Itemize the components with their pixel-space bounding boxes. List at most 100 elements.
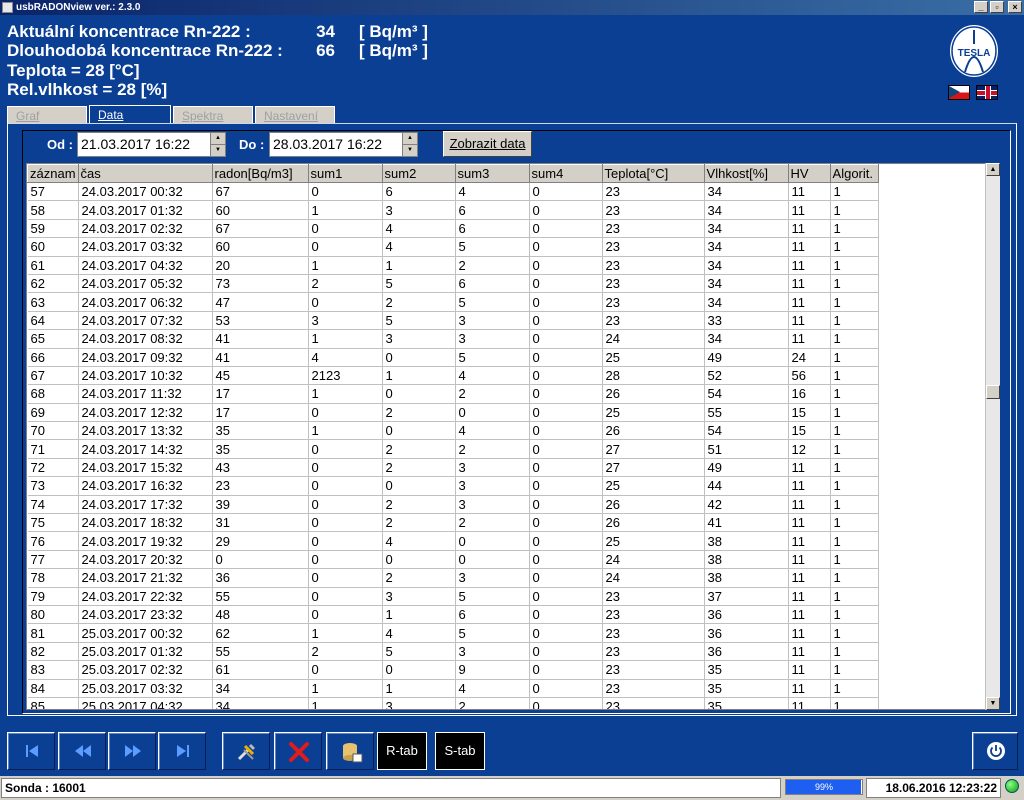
tab-data[interactable]: Data bbox=[89, 105, 171, 123]
table-cell: 23 bbox=[602, 219, 705, 239]
table-cell: 1 bbox=[308, 329, 383, 349]
table-row[interactable]: 67 24.03.2017 10:32 45 2123 1 4 0 28 52 56 1 bbox=[27, 366, 879, 386]
table-row[interactable]: 75 24.03.2017 18:32 31 0 2 2 0 26 41 11 1 bbox=[27, 513, 879, 533]
first-record-button[interactable] bbox=[7, 732, 55, 770]
column-header[interactable]: sum1 bbox=[307, 164, 383, 183]
table-cell: 2 bbox=[382, 495, 456, 515]
table-row[interactable]: 69 24.03.2017 12:32 17 0 2 0 0 25 55 15 1 bbox=[27, 403, 879, 423]
grid-vertical-scrollbar[interactable]: ▲ ▼ bbox=[985, 163, 1000, 710]
close-button[interactable]: × bbox=[1008, 1, 1022, 13]
minimize-button[interactable]: _ bbox=[974, 1, 988, 13]
from-datetime-spinner[interactable]: ▲ ▼ bbox=[210, 132, 226, 157]
table-row[interactable]: 79 24.03.2017 22:32 55 0 3 5 0 23 37 11 1 bbox=[27, 587, 879, 606]
column-header[interactable]: Algorit. bbox=[829, 164, 879, 183]
tab-graf[interactable]: Graf bbox=[7, 106, 87, 123]
table-row[interactable]: 58 24.03.2017 01:32 60 1 3 6 0 23 34 11 1 bbox=[27, 200, 879, 220]
table-cell: 2 bbox=[382, 568, 456, 588]
table-row[interactable]: 80 24.03.2017 23:32 48 0 1 6 0 23 36 11 1 bbox=[27, 605, 879, 625]
next-record-button[interactable] bbox=[108, 732, 156, 770]
uk-flag-icon[interactable] bbox=[976, 85, 998, 100]
from-datetime-input[interactable]: 21.03.2017 16:22 bbox=[77, 132, 211, 157]
column-header[interactable]: Teplota[°C] bbox=[601, 164, 705, 183]
table-cell: 11 bbox=[788, 200, 831, 220]
table-cell: 49 bbox=[704, 458, 789, 478]
previous-record-button[interactable] bbox=[58, 732, 106, 770]
table-cell: 0 bbox=[529, 458, 603, 478]
table-row[interactable]: 70 24.03.2017 13:32 35 1 0 4 0 26 54 15 1 bbox=[27, 421, 879, 441]
table-cell: 36 bbox=[704, 605, 789, 625]
table-row[interactable]: 68 24.03.2017 11:32 17 1 0 2 0 26 54 16 1 bbox=[27, 384, 879, 404]
table-cell: 1 bbox=[830, 348, 879, 367]
table-row[interactable]: 85 25.03.2017 04:32 34 1 3 2 0 23 35 11 1 bbox=[27, 697, 879, 709]
column-header[interactable]: HV bbox=[787, 164, 831, 183]
column-header[interactable]: záznam bbox=[27, 164, 79, 183]
table-row[interactable]: 57 24.03.2017 00:32 67 0 6 4 0 23 34 11 1 bbox=[27, 182, 879, 202]
column-header[interactable]: sum3 bbox=[454, 164, 530, 183]
table-cell: 2 bbox=[308, 642, 383, 662]
table-cell: 0 bbox=[308, 439, 383, 459]
table-row[interactable]: 84 25.03.2017 03:32 34 1 1 4 0 23 35 11 1 bbox=[27, 679, 879, 698]
table-cell: 24.03.2017 16:32 bbox=[78, 476, 213, 496]
table-cell: 55 bbox=[212, 642, 309, 662]
table-cell: 34 bbox=[704, 292, 789, 312]
table-row[interactable]: 59 24.03.2017 02:32 67 0 4 6 0 23 34 11 1 bbox=[27, 219, 879, 239]
show-data-button[interactable]: Zobrazit data bbox=[443, 131, 532, 157]
table-cell: 0 bbox=[308, 476, 383, 496]
to-datetime-spinner[interactable]: ▲ ▼ bbox=[402, 132, 418, 157]
delete-icon bbox=[289, 742, 309, 762]
tab-spektra[interactable]: Spektra bbox=[173, 106, 253, 123]
scroll-up-icon[interactable]: ▲ bbox=[986, 163, 1000, 176]
table-row[interactable]: 74 24.03.2017 17:32 39 0 2 3 0 26 42 11 1 bbox=[27, 495, 879, 515]
table-row[interactable]: 61 24.03.2017 04:32 20 1 1 2 0 23 34 11 1 bbox=[27, 256, 879, 275]
table-row[interactable]: 81 25.03.2017 00:32 62 1 4 5 0 23 36 11 1 bbox=[27, 623, 879, 643]
table-cell: 11 bbox=[788, 311, 831, 331]
s-tab-button[interactable]: S-tab bbox=[435, 732, 485, 770]
column-header[interactable]: radon[Bq/m3] bbox=[211, 164, 309, 183]
tools-button[interactable] bbox=[222, 732, 270, 770]
from-label: Od : bbox=[47, 137, 73, 152]
column-header[interactable]: sum4 bbox=[528, 164, 603, 183]
delete-button[interactable] bbox=[274, 732, 322, 770]
to-datetime-input[interactable]: 28.03.2017 16:22 bbox=[269, 132, 403, 157]
table-cell: 1 bbox=[830, 697, 879, 709]
last-record-button[interactable] bbox=[158, 732, 206, 770]
table-row[interactable]: 60 24.03.2017 03:32 60 0 4 5 0 23 34 11 1 bbox=[27, 237, 879, 257]
column-header[interactable]: čas bbox=[77, 164, 213, 183]
table-row[interactable]: 83 25.03.2017 02:32 61 0 0 9 0 23 35 11 1 bbox=[27, 660, 879, 680]
table-row[interactable]: 65 24.03.2017 08:32 41 1 3 3 0 24 34 11 1 bbox=[27, 329, 879, 349]
table-row[interactable]: 73 24.03.2017 16:32 23 0 0 3 0 25 44 11 1 bbox=[27, 476, 879, 496]
window-title: usbRADONview ver.: 2.3.0 bbox=[16, 2, 141, 13]
table-cell: 29 bbox=[212, 531, 309, 551]
scroll-thumb[interactable] bbox=[986, 385, 1000, 399]
table-cell: 11 bbox=[788, 550, 831, 570]
table-row[interactable]: 78 24.03.2017 21:32 36 0 2 3 0 24 38 11 1 bbox=[27, 568, 879, 588]
table-row[interactable]: 76 24.03.2017 19:32 29 0 4 0 0 25 38 11 1 bbox=[27, 531, 879, 551]
table-row[interactable]: 63 24.03.2017 06:32 47 0 2 5 0 23 34 11 1 bbox=[27, 292, 879, 312]
r-tab-button[interactable]: R-tab bbox=[377, 732, 427, 770]
table-cell: 4 bbox=[382, 623, 456, 643]
tab-nastaveni[interactable]: Nastavení bbox=[255, 106, 335, 123]
data-grid[interactable]: záznam čas radon[Bq/m3] sum1 sum2 sum3 sum4 Tep… bbox=[26, 163, 1000, 710]
table-cell: 27 bbox=[602, 458, 705, 478]
table-cell: 24.03.2017 05:32 bbox=[78, 274, 213, 294]
table-cell: 26 bbox=[602, 421, 705, 441]
power-button[interactable] bbox=[972, 732, 1018, 770]
table-cell: 0 bbox=[529, 679, 603, 698]
table-row[interactable]: 77 24.03.2017 20:32 0 0 0 0 0 24 38 11 1 bbox=[27, 550, 879, 570]
table-row[interactable]: 71 24.03.2017 14:32 35 0 2 2 0 27 51 12 1 bbox=[27, 439, 879, 459]
table-cell: 65 bbox=[27, 329, 79, 349]
czech-flag-icon[interactable] bbox=[948, 85, 970, 100]
table-row[interactable]: 72 24.03.2017 15:32 43 0 2 3 0 27 49 11 1 bbox=[27, 458, 879, 478]
table-row[interactable]: 66 24.03.2017 09:32 41 4 0 5 0 25 49 24 1 bbox=[27, 348, 879, 367]
table-row[interactable]: 82 25.03.2017 01:32 55 2 5 3 0 23 36 11 1 bbox=[27, 642, 879, 662]
table-cell: 12 bbox=[788, 439, 831, 459]
table-cell: 38 bbox=[704, 568, 789, 588]
column-header[interactable]: sum2 bbox=[381, 164, 456, 183]
table-cell: 31 bbox=[212, 513, 309, 533]
database-button[interactable] bbox=[326, 732, 374, 770]
column-header[interactable]: Vlhkost[%] bbox=[703, 164, 789, 183]
table-row[interactable]: 64 24.03.2017 07:32 53 3 5 3 0 23 33 11 1 bbox=[27, 311, 879, 331]
maximize-button[interactable]: ▫ bbox=[990, 1, 1004, 13]
table-row[interactable]: 62 24.03.2017 05:32 73 2 5 6 0 23 34 11 1 bbox=[27, 274, 879, 294]
scroll-down-icon[interactable]: ▼ bbox=[986, 697, 1000, 710]
